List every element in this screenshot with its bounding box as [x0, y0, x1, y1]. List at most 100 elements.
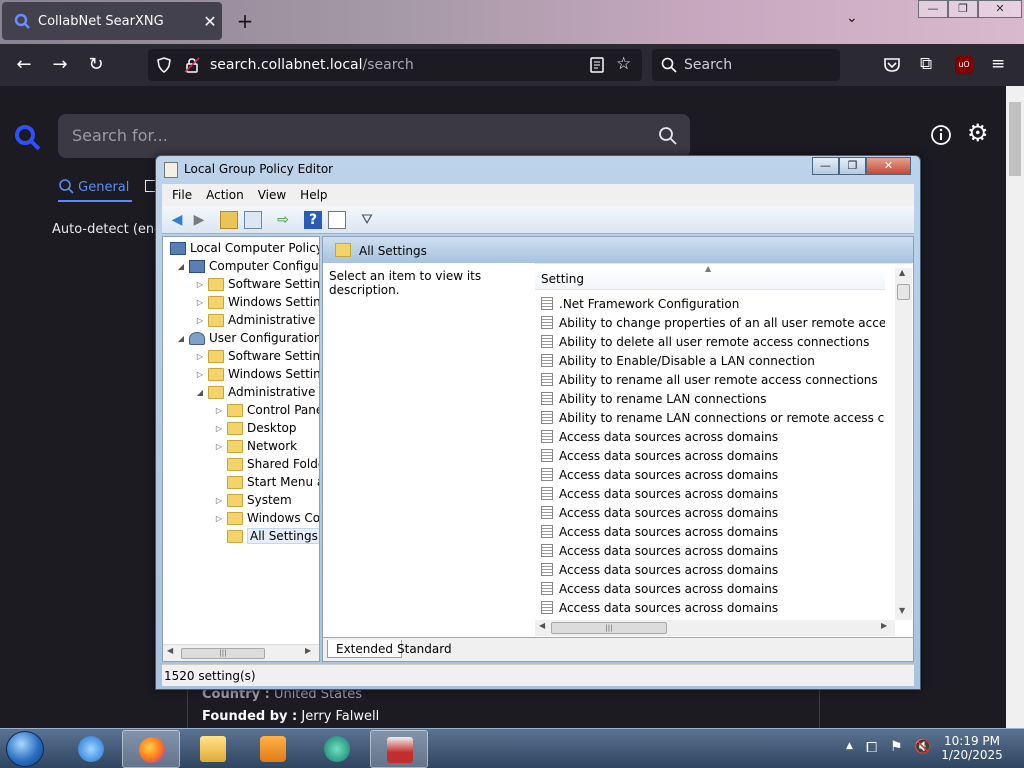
bookmark-star-icon[interactable]: ☆ [616, 54, 631, 74]
scroll-left-arrow-icon[interactable]: ◀ [167, 646, 173, 655]
reload-icon[interactable]: ↻ [85, 54, 107, 76]
volume-muted-icon[interactable]: 🔇 [914, 739, 931, 755]
list-item[interactable]: Access data sources across domains [535, 465, 885, 484]
minimize-button[interactable]: — [918, 0, 948, 18]
back-arrow-icon[interactable]: ◀ [168, 211, 186, 229]
list-item[interactable]: Ability to rename all user remote access… [535, 370, 885, 389]
list-item[interactable]: Access data sources across domains [535, 484, 885, 503]
list-item[interactable]: Access data sources across domains [535, 541, 885, 560]
expand-arrow-icon[interactable]: ▷ [195, 352, 205, 361]
scroll-down-arrow-icon[interactable]: ▼ [899, 606, 905, 615]
menu-action[interactable]: Action [206, 188, 244, 202]
list-item[interactable]: Access data sources across domains [535, 598, 885, 617]
list-item[interactable]: Ability to Enable/Disable a LAN connecti… [535, 351, 885, 370]
tree-node[interactable]: Shared Folder [214, 455, 319, 473]
pocket-icon[interactable] [883, 57, 901, 73]
scroll-right-arrow-icon[interactable]: ▶ [305, 646, 311, 655]
settings-hscroll-thumb[interactable]: ||| [551, 622, 667, 634]
search-icon[interactable] [658, 126, 678, 146]
page-scrollbar[interactable] [1006, 86, 1024, 728]
extensions-puzzle-icon[interactable]: ⧉ [920, 54, 932, 74]
scroll-right-arrow-icon[interactable]: ▶ [881, 621, 887, 630]
taskbar-app-green[interactable] [308, 730, 366, 768]
list-item[interactable]: Ability to change properties of an all u… [535, 313, 885, 332]
tree-node[interactable]: ▷ Desktop [214, 419, 297, 437]
language-selector[interactable]: Auto-detect (en-U [52, 222, 168, 237]
tree-node[interactable]: ◢ Computer Configura [176, 257, 319, 275]
tree-node[interactable]: All Settings [214, 527, 319, 545]
properties-icon[interactable] [328, 211, 346, 229]
chevron-down-icon[interactable]: ⌄ [846, 10, 858, 26]
taskbar-internet-explorer[interactable] [62, 730, 120, 768]
taskbar-group-policy[interactable] [370, 730, 428, 768]
list-item[interactable]: Access data sources across domains [535, 446, 885, 465]
tree-node[interactable]: ▷ Software Settings [195, 275, 319, 293]
list-item[interactable]: Access data sources across domains [535, 427, 885, 446]
list-item[interactable]: Ability to rename LAN connections [535, 389, 885, 408]
clock[interactable]: 10:19 PM 1/20/2025 [940, 734, 1004, 762]
list-item[interactable]: Ability to delete all user remote access… [535, 332, 885, 351]
expand-arrow-icon[interactable]: ▷ [214, 406, 224, 415]
column-header-setting[interactable]: ▲ Setting [535, 264, 885, 290]
close-tab-icon[interactable]: ✕ [198, 12, 222, 31]
list-item[interactable]: Access data sources across domains [535, 560, 885, 579]
network-icon[interactable]: ⧠ [866, 740, 877, 756]
tab-standard[interactable]: Standard [389, 640, 460, 658]
maximize-button[interactable]: ❐ [948, 0, 978, 18]
filter-icon[interactable]: ⛛ [358, 211, 376, 229]
gear-icon[interactable]: ⚙ [967, 119, 989, 147]
tree-node[interactable]: ▷ Windows Cor [214, 509, 319, 527]
settings-vertical-scrollbar[interactable]: ▲ ▼ [895, 268, 912, 620]
tree-node[interactable]: ◢ Administrative Te [195, 383, 319, 401]
forward-arrow-icon[interactable]: ▶ [190, 211, 208, 229]
browser-search-box[interactable]: Search [652, 49, 840, 81]
close-window-button[interactable]: ✕ [978, 0, 1022, 18]
expand-arrow-icon[interactable]: ▷ [214, 424, 224, 433]
gpe-close-button[interactable]: ✕ [866, 157, 911, 175]
expand-arrow-icon[interactable]: ◢ [176, 334, 186, 343]
info-icon[interactable] [930, 124, 952, 146]
tree-node[interactable]: ▷ Windows Setting [195, 293, 319, 311]
hamburger-menu-icon[interactable]: ≡ [991, 54, 1005, 74]
menu-view[interactable]: View [258, 188, 286, 202]
lock-icon[interactable] [184, 57, 200, 73]
taskbar-firefox[interactable] [122, 730, 180, 768]
list-item[interactable]: Access data sources across domains [535, 579, 885, 598]
expand-arrow-icon[interactable]: ▷ [195, 280, 205, 289]
taskbar-media-player[interactable] [244, 730, 302, 768]
start-button[interactable] [6, 731, 44, 767]
tree-node[interactable]: ◢ User Configuration [176, 329, 319, 347]
tree-node[interactable]: ▷ Control Panel [214, 401, 319, 419]
settings-scrollbar-thumb[interactable] [897, 284, 910, 300]
show-hide-tree-icon[interactable] [244, 211, 262, 229]
reader-view-icon[interactable] [590, 57, 604, 73]
taskbar-explorer[interactable] [184, 730, 242, 768]
tree-node[interactable]: Start Menu ar [214, 473, 319, 491]
list-item[interactable]: Access data sources across domains [535, 503, 885, 522]
forward-arrow-icon[interactable]: → [49, 54, 71, 76]
tree-node[interactable]: ▷ System [214, 491, 292, 509]
flag-icon[interactable]: ⚑ [890, 739, 903, 755]
list-item[interactable]: Ability to rename LAN connections or rem… [535, 408, 885, 427]
settings-horizontal-scrollbar[interactable]: ◀ ||| ▶ [535, 620, 895, 636]
new-tab-button[interactable]: + [232, 8, 258, 34]
browser-tab[interactable]: CollabNet SearXNG ✕ [2, 2, 222, 40]
expand-arrow-icon[interactable]: ▷ [195, 298, 205, 307]
expand-arrow-icon[interactable]: ▷ [214, 496, 224, 505]
tab-general[interactable]: General [58, 178, 129, 195]
back-arrow-icon[interactable]: ← [13, 54, 35, 76]
menu-help[interactable]: Help [300, 188, 327, 202]
tree-node[interactable]: ▷ Administrative Te [195, 311, 319, 329]
tree-node[interactable]: ▷ Windows Setting [195, 365, 319, 383]
up-folder-icon[interactable] [220, 211, 238, 229]
tree-scrollbar-thumb[interactable]: ||| [181, 648, 265, 659]
list-item[interactable]: .Net Framework Configuration [535, 294, 885, 313]
scroll-left-arrow-icon[interactable]: ◀ [539, 621, 545, 630]
tree-horizontal-scrollbar[interactable]: ◀ ||| ▶ [163, 644, 319, 661]
searxng-logo-icon[interactable] [14, 124, 42, 152]
export-list-icon[interactable]: ⇨ [274, 211, 292, 229]
expand-arrow-icon[interactable]: ◢ [176, 262, 186, 271]
search-input[interactable]: Search for... [58, 114, 690, 158]
url-bar[interactable]: search.collabnet.local/search ☆ [148, 49, 642, 81]
list-item[interactable]: Access data sources across domains [535, 522, 885, 541]
